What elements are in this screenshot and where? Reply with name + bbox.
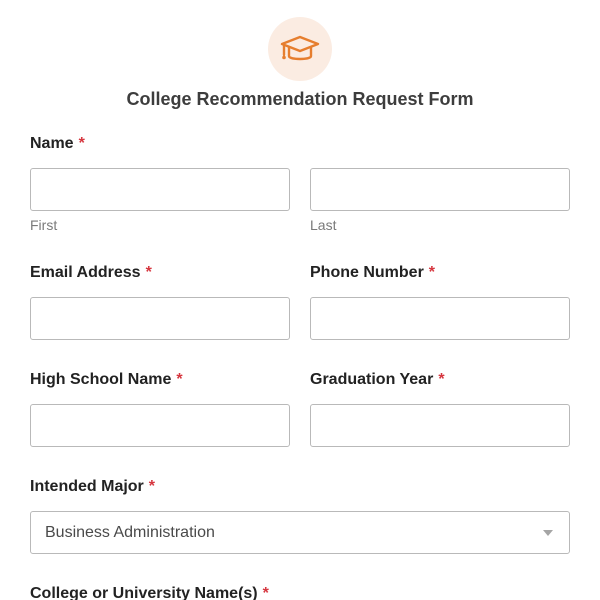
graduation-year-input[interactable] [310,404,570,447]
phone-input[interactable] [310,297,570,340]
form-logo [268,17,332,81]
required-marker: * [78,135,85,152]
email-label-text: Email Address [30,264,141,281]
intended-major-label: Intended Major * [30,477,155,497]
high-school-label: High School Name * [30,370,183,390]
college-names-label: College or University Name(s) * [30,584,269,600]
first-name-input[interactable] [30,168,290,211]
required-marker: * [438,371,445,388]
chevron-down-icon [543,529,553,536]
form-page: College Recommendation Request Form Name… [0,0,600,600]
intended-major-selected-value: Business Administration [45,523,215,541]
email-label: Email Address * [30,263,152,283]
phone-label-text: Phone Number [310,264,424,281]
first-name-sublabel: First [30,217,58,233]
name-label: Name * [30,134,85,154]
email-input[interactable] [30,297,290,340]
required-marker: * [145,264,152,281]
name-label-text: Name [30,135,74,152]
graduation-year-label: Graduation Year * [310,370,445,390]
intended-major-label-text: Intended Major [30,478,144,495]
college-names-label-text: College or University Name(s) [30,585,258,600]
intended-major-select[interactable]: Business Administration [30,511,570,554]
graduation-year-label-text: Graduation Year [310,371,434,388]
form-title: College Recommendation Request Form [126,89,474,109]
high-school-label-text: High School Name [30,371,172,388]
required-marker: * [428,264,436,281]
last-name-sublabel: Last [310,217,337,233]
required-marker: * [262,585,269,600]
high-school-input[interactable] [30,404,290,447]
phone-label: Phone Number * [310,263,435,283]
required-marker: * [148,478,156,495]
required-marker: * [176,371,183,388]
graduation-cap-icon [280,35,320,61]
last-name-input[interactable] [310,168,570,211]
